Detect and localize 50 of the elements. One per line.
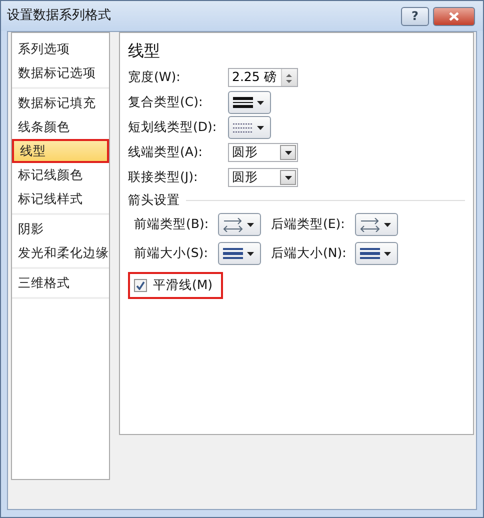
sidebar-item[interactable]: 标记线颜色 (12, 163, 109, 187)
style-dropdown-button[interactable] (228, 116, 271, 139)
caret-icon (284, 176, 292, 180)
line-weight-icon (223, 248, 243, 259)
caret-icon (247, 222, 254, 226)
panel-title: 线型 (128, 40, 161, 62)
sidebar-item[interactable]: 数据标记选项 (12, 61, 109, 85)
field-label: 前端大小(S): (134, 244, 209, 262)
checkbox[interactable] (134, 278, 147, 292)
sidebar-item[interactable]: 系列选项 (12, 37, 109, 61)
section-heading: 箭头设置 (128, 190, 180, 209)
field-label: 后端类型(E): (271, 215, 346, 234)
sidebar-item[interactable]: 阴影 (12, 217, 109, 241)
arrow-icon (360, 218, 380, 232)
window-title: 设置数据系列格式 (7, 7, 112, 26)
help-button[interactable]: ? (401, 6, 429, 26)
style-dropdown-button[interactable] (355, 242, 398, 265)
dropdown-value: 圆形 (232, 143, 258, 162)
sidebar-item[interactable]: 标记线样式 (12, 187, 109, 211)
field-label: 线端类型(A): (128, 143, 204, 162)
caret-icon (257, 126, 264, 130)
arrow-icon (223, 218, 243, 232)
caret-icon (384, 252, 391, 256)
spinner-field[interactable]: 2.25 磅 (228, 68, 298, 87)
close-button[interactable] (433, 6, 475, 26)
dropdown-value: 圆形 (232, 168, 258, 186)
field-label: 短划线类型(D): (128, 118, 218, 136)
caret-icon (384, 222, 391, 226)
field-label: 复合类型(C): (128, 93, 204, 112)
field-label: 前端类型(B): (134, 215, 210, 234)
line-weight-icon (360, 248, 380, 259)
caret-icon (247, 252, 254, 256)
sidebar-item[interactable]: 线条颜色 (12, 115, 109, 139)
sidebar-item[interactable]: 数据标记填充 (12, 91, 109, 115)
style-dropdown-button[interactable] (218, 242, 261, 265)
caret-icon (284, 150, 292, 154)
sidebar-item[interactable]: 三维格式 (12, 271, 109, 295)
style-dropdown-button[interactable] (228, 91, 271, 114)
field-label: 联接类型(J): (128, 168, 199, 186)
field-label: 宽度(W): (128, 68, 182, 86)
dash-style-icon (233, 122, 253, 132)
sidebar-item[interactable]: 发光和柔化边缘 (12, 241, 109, 265)
dropdown-field[interactable]: 圆形 (228, 143, 298, 162)
sidebar-item[interactable]: 线型 (12, 139, 109, 163)
caret-icon (257, 100, 264, 104)
dropdown-field[interactable]: 圆形 (228, 168, 298, 187)
close-icon (449, 12, 459, 20)
checkbox-label: 平滑线(M) (153, 276, 213, 294)
field-label: 后端大小(N): (271, 244, 348, 262)
line-style-icon (233, 97, 253, 108)
